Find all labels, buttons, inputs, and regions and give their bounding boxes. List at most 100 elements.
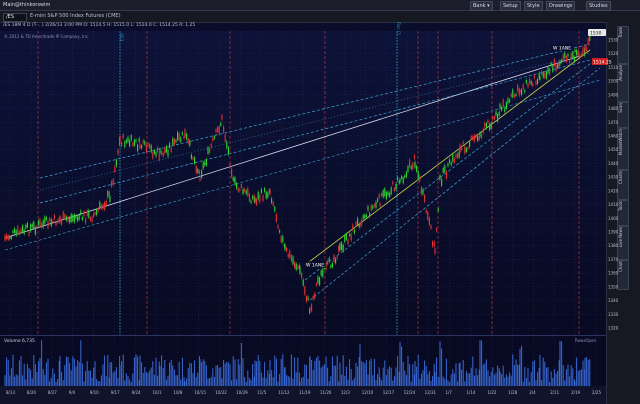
candle-body xyxy=(372,205,374,209)
volume-bar xyxy=(59,355,61,386)
time-tick: 1/22 xyxy=(487,390,496,395)
volume-bar xyxy=(392,380,394,386)
volume-bar xyxy=(85,371,87,386)
candle-body xyxy=(237,188,239,192)
price-tick: 1380 xyxy=(608,243,619,248)
volume-bar xyxy=(93,367,95,386)
price-chart[interactable]: 1530 1520 1510 1500 1490 1480 1470 1460 1450 1440… xyxy=(0,0,640,404)
candle-body xyxy=(72,215,74,222)
candle-body xyxy=(582,47,584,56)
candle-body xyxy=(424,194,426,202)
candle-body xyxy=(462,141,464,144)
volume-bar xyxy=(137,356,139,386)
volume-bar xyxy=(450,374,452,386)
candle-body xyxy=(10,235,12,239)
candle-body xyxy=(322,269,324,277)
volume-bar xyxy=(404,370,406,386)
volume-bar xyxy=(142,372,144,386)
volume-bar xyxy=(65,356,67,386)
candle-body xyxy=(584,45,586,53)
candle-body xyxy=(49,218,51,221)
candle-body xyxy=(577,50,579,57)
volume-bar xyxy=(102,364,104,386)
volume-bar xyxy=(289,377,291,386)
candle-body xyxy=(209,148,211,154)
volume-bar xyxy=(15,374,17,386)
volume-bar xyxy=(115,367,117,386)
volume-bar xyxy=(489,376,491,386)
volume-bar xyxy=(187,368,189,386)
volume-bar xyxy=(190,363,192,386)
volume-bar xyxy=(89,370,91,386)
volume-bar xyxy=(12,354,14,386)
candle-body xyxy=(165,146,167,153)
volume-bar xyxy=(428,371,430,386)
svg-text:W 1ANE: W 1ANE xyxy=(553,46,571,52)
volume-bar xyxy=(302,376,304,386)
volume-bar xyxy=(530,372,532,386)
time-tick: 2/19 xyxy=(571,390,580,395)
candle-body xyxy=(301,272,303,279)
volume-bar xyxy=(342,355,344,386)
candle-body xyxy=(41,223,43,228)
candle-body xyxy=(272,202,274,206)
candle-body xyxy=(453,158,455,163)
volume-bar xyxy=(529,381,531,386)
candle-body xyxy=(362,215,364,219)
volume-bar xyxy=(94,361,96,386)
price-tick: 1450 xyxy=(608,147,619,152)
volume-bar xyxy=(579,370,581,386)
volume-bar xyxy=(62,380,64,386)
volume-bar xyxy=(482,364,484,386)
candle-body xyxy=(569,60,571,63)
volume-bar xyxy=(112,372,114,386)
volume-bar xyxy=(427,374,429,386)
volume-bar xyxy=(353,377,355,386)
price-tick: 1420 xyxy=(608,188,619,193)
candle-body xyxy=(127,136,129,142)
candle-body xyxy=(15,230,17,236)
candle-body xyxy=(336,256,338,259)
volume-bar xyxy=(539,354,541,386)
price-tick: 1470 xyxy=(608,120,619,125)
volume-bar xyxy=(402,361,404,386)
volume-bar xyxy=(229,364,231,386)
candle-body xyxy=(547,66,549,74)
candle-body xyxy=(297,265,299,269)
candle-body xyxy=(469,141,471,147)
candle-body xyxy=(280,236,282,243)
candle-body xyxy=(80,210,82,215)
candle-body xyxy=(445,171,447,179)
volume-bar xyxy=(257,354,259,386)
candle-body xyxy=(254,197,256,203)
candle-body xyxy=(459,144,461,153)
volume-bar xyxy=(355,362,357,386)
candle-body xyxy=(505,102,507,109)
candle-body xyxy=(4,235,6,241)
time-tick: 10/22 xyxy=(215,390,227,395)
candle-body xyxy=(489,123,491,131)
time-tick: 11/12 xyxy=(278,390,290,395)
candle-body xyxy=(419,175,421,182)
candle-body xyxy=(562,54,564,62)
volume-bar xyxy=(167,375,169,386)
volume-bar xyxy=(162,368,164,386)
volume-bar xyxy=(442,376,444,386)
volume-bar xyxy=(309,356,311,386)
candle-body xyxy=(407,165,409,172)
volume-bar xyxy=(114,371,116,386)
volume-bar xyxy=(73,358,75,386)
annotation-label: W 1ANE xyxy=(304,261,326,269)
volume-bar xyxy=(262,377,264,386)
volume-bar xyxy=(164,359,166,386)
volume-bar xyxy=(240,342,242,386)
volume-bar xyxy=(502,365,504,386)
price-tick: 1350 xyxy=(608,284,619,289)
volume-bar xyxy=(271,370,273,386)
volume-bar xyxy=(557,370,559,386)
candle-body xyxy=(199,178,201,181)
time-tick: 10/29 xyxy=(236,390,248,395)
candle-body xyxy=(315,283,317,286)
candle-body xyxy=(173,139,175,145)
candle-body xyxy=(320,270,322,276)
